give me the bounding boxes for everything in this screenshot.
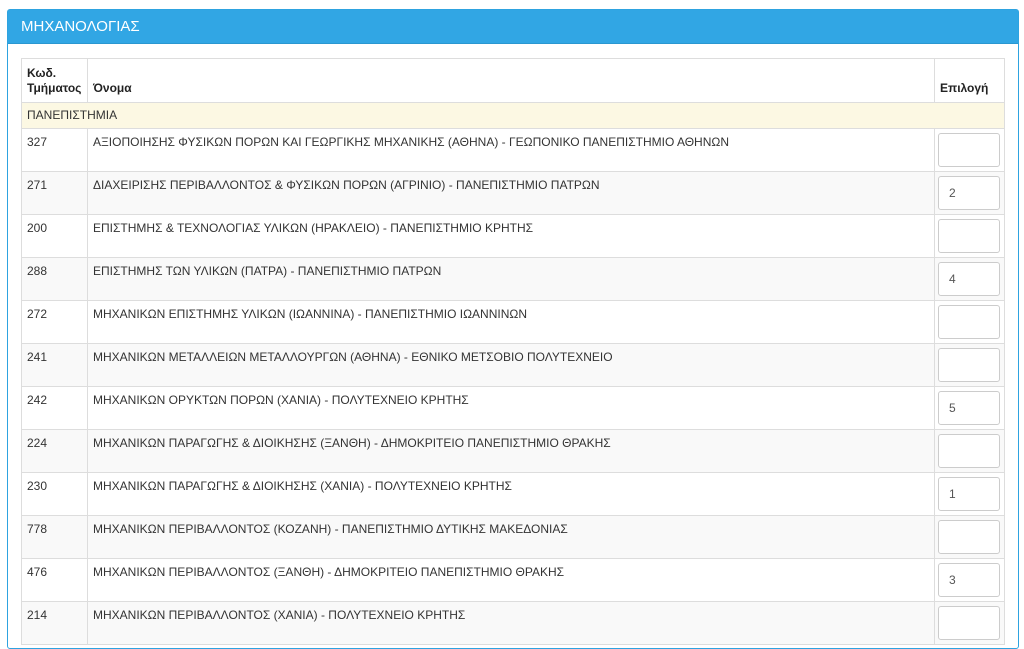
choice-cell <box>934 472 1005 516</box>
department-name: ΜΗΧΑΝΙΚΩΝ ΠΕΡΙΒΑΛΛΟΝΤΟΣ (ΧΑΝΙΑ) - ΠΟΛΥΤΕ… <box>87 601 935 645</box>
choice-cell <box>934 171 1005 215</box>
choice-cell <box>934 214 1005 258</box>
department-code: 200 <box>21 214 88 258</box>
department-name: ΜΗΧΑΝΙΚΩΝ ΠΕΡΙΒΑΛΛΟΝΤΟΣ (ΞΑΝΘΗ) - ΔΗΜΟΚΡ… <box>87 558 935 602</box>
department-code: 224 <box>21 429 88 473</box>
department-code: 230 <box>21 472 88 516</box>
choice-input[interactable] <box>938 348 1000 382</box>
column-header-name: Όνομα <box>87 58 935 103</box>
panel-title: ΜΗΧΑΝΟΛΟΓΙΑΣ <box>8 10 1018 44</box>
choice-input[interactable] <box>938 391 1000 425</box>
choice-cell <box>934 601 1005 645</box>
department-code: 241 <box>21 343 88 387</box>
choice-cell <box>934 558 1005 602</box>
department-name: ΜΗΧΑΝΙΚΩΝ ΠΑΡΑΓΩΓΗΣ & ΔΙΟΙΚΗΣΗΣ (ΧΑΝΙΑ) … <box>87 472 935 516</box>
choice-input[interactable] <box>938 606 1000 640</box>
departments-table: Κωδ. Τμήματος Όνομα Επιλογή ΠΑΝΕΠΙΣΤΗΜΙΑ… <box>21 58 1005 645</box>
choice-input[interactable] <box>938 434 1000 468</box>
table-row: 476 ΜΗΧΑΝΙΚΩΝ ΠΕΡΙΒΑΛΛΟΝΤΟΣ (ΞΑΝΘΗ) - ΔΗ… <box>21 558 1005 602</box>
department-code: 242 <box>21 386 88 430</box>
choice-input[interactable] <box>938 305 1000 339</box>
departments-table-wrapper: Κωδ. Τμήματος Όνομα Επιλογή ΠΑΝΕΠΙΣΤΗΜΙΑ… <box>21 58 1005 645</box>
department-code: 214 <box>21 601 88 645</box>
choice-cell <box>934 343 1005 387</box>
group-label: ΠΑΝΕΠΙΣΤΗΜΙΑ <box>21 102 1005 129</box>
department-name: ΕΠΙΣΤΗΜΗΣ & ΤΕΧΝΟΛΟΓΙΑΣ ΥΛΙΚΩΝ (ΗΡΑΚΛΕΙΟ… <box>87 214 935 258</box>
choice-cell <box>934 300 1005 344</box>
table-row: 241 ΜΗΧΑΝΙΚΩΝ ΜΕΤΑΛΛΕΙΩΝ ΜΕΤΑΛΛΟΥΡΓΩΝ (Α… <box>21 343 1005 387</box>
choice-cell <box>934 515 1005 559</box>
department-code: 271 <box>21 171 88 215</box>
choice-input[interactable] <box>938 262 1000 296</box>
department-name: ΜΗΧΑΝΙΚΩΝ ΠΕΡΙΒΑΛΛΟΝΤΟΣ (ΚΟΖΑΝΗ) - ΠΑΝΕΠ… <box>87 515 935 559</box>
table-row: 272 ΜΗΧΑΝΙΚΩΝ ΕΠΙΣΤΗΜΗΣ ΥΛΙΚΩΝ (ΙΩΑΝΝΙΝΑ… <box>21 300 1005 344</box>
department-name: ΔΙΑΧΕΙΡΙΣΗΣ ΠΕΡΙΒΑΛΛΟΝΤΟΣ & ΦΥΣΙΚΩΝ ΠΟΡΩ… <box>87 171 935 215</box>
choice-cell <box>934 257 1005 301</box>
column-header-choice: Επιλογή <box>934 58 1005 103</box>
department-name: ΜΗΧΑΝΙΚΩΝ ΜΕΤΑΛΛΕΙΩΝ ΜΕΤΑΛΛΟΥΡΓΩΝ (ΑΘΗΝΑ… <box>87 343 935 387</box>
table-row: 288 ΕΠΙΣΤΗΜΗΣ ΤΩΝ ΥΛΙΚΩΝ (ΠΑΤΡΑ) - ΠΑΝΕΠ… <box>21 257 1005 301</box>
department-panel: ΜΗΧΑΝΟΛΟΓΙΑΣ Κωδ. Τμήματος Όνομα Επιλογή… <box>7 9 1019 649</box>
department-code: 288 <box>21 257 88 301</box>
column-header-code: Κωδ. Τμήματος <box>21 58 88 103</box>
choice-input[interactable] <box>938 563 1000 597</box>
choice-input[interactable] <box>938 176 1000 210</box>
choice-cell <box>934 128 1005 172</box>
table-row: 778 ΜΗΧΑΝΙΚΩΝ ΠΕΡΙΒΑΛΛΟΝΤΟΣ (ΚΟΖΑΝΗ) - Π… <box>21 515 1005 559</box>
table-row: 327 ΑΞΙΟΠΟΙΗΣΗΣ ΦΥΣΙΚΩΝ ΠΟΡΩΝ ΚΑΙ ΓΕΩΡΓΙ… <box>21 128 1005 172</box>
group-row-universities: ΠΑΝΕΠΙΣΤΗΜΙΑ <box>21 102 1005 129</box>
table-row: 230 ΜΗΧΑΝΙΚΩΝ ΠΑΡΑΓΩΓΗΣ & ΔΙΟΙΚΗΣΗΣ (ΧΑΝ… <box>21 472 1005 516</box>
table-row: 271 ΔΙΑΧΕΙΡΙΣΗΣ ΠΕΡΙΒΑΛΛΟΝΤΟΣ & ΦΥΣΙΚΩΝ … <box>21 171 1005 215</box>
choice-input[interactable] <box>938 133 1000 167</box>
department-code: 778 <box>21 515 88 559</box>
department-name: ΜΗΧΑΝΙΚΩΝ ΠΑΡΑΓΩΓΗΣ & ΔΙΟΙΚΗΣΗΣ (ΞΑΝΘΗ) … <box>87 429 935 473</box>
choice-cell <box>934 386 1005 430</box>
choice-input[interactable] <box>938 219 1000 253</box>
choice-cell <box>934 429 1005 473</box>
table-row: 200 ΕΠΙΣΤΗΜΗΣ & ΤΕΧΝΟΛΟΓΙΑΣ ΥΛΙΚΩΝ (ΗΡΑΚ… <box>21 214 1005 258</box>
department-name: ΕΠΙΣΤΗΜΗΣ ΤΩΝ ΥΛΙΚΩΝ (ΠΑΤΡΑ) - ΠΑΝΕΠΙΣΤΗ… <box>87 257 935 301</box>
department-code: 327 <box>21 128 88 172</box>
department-code: 476 <box>21 558 88 602</box>
table-header-row: Κωδ. Τμήματος Όνομα Επιλογή <box>21 58 1005 103</box>
department-name: ΑΞΙΟΠΟΙΗΣΗΣ ΦΥΣΙΚΩΝ ΠΟΡΩΝ ΚΑΙ ΓΕΩΡΓΙΚΗΣ … <box>87 128 935 172</box>
department-name: ΜΗΧΑΝΙΚΩΝ ΕΠΙΣΤΗΜΗΣ ΥΛΙΚΩΝ (ΙΩΑΝΝΙΝΑ) - … <box>87 300 935 344</box>
table-row: 224 ΜΗΧΑΝΙΚΩΝ ΠΑΡΑΓΩΓΗΣ & ΔΙΟΙΚΗΣΗΣ (ΞΑΝ… <box>21 429 1005 473</box>
department-name: ΜΗΧΑΝΙΚΩΝ ΟΡΥΚΤΩΝ ΠΟΡΩΝ (ΧΑΝΙΑ) - ΠΟΛΥΤΕ… <box>87 386 935 430</box>
department-code: 272 <box>21 300 88 344</box>
choice-input[interactable] <box>938 477 1000 511</box>
choice-input[interactable] <box>938 520 1000 554</box>
table-row: 242 ΜΗΧΑΝΙΚΩΝ ΟΡΥΚΤΩΝ ΠΟΡΩΝ (ΧΑΝΙΑ) - ΠΟ… <box>21 386 1005 430</box>
table-row: 214 ΜΗΧΑΝΙΚΩΝ ΠΕΡΙΒΑΛΛΟΝΤΟΣ (ΧΑΝΙΑ) - ΠΟ… <box>21 601 1005 645</box>
